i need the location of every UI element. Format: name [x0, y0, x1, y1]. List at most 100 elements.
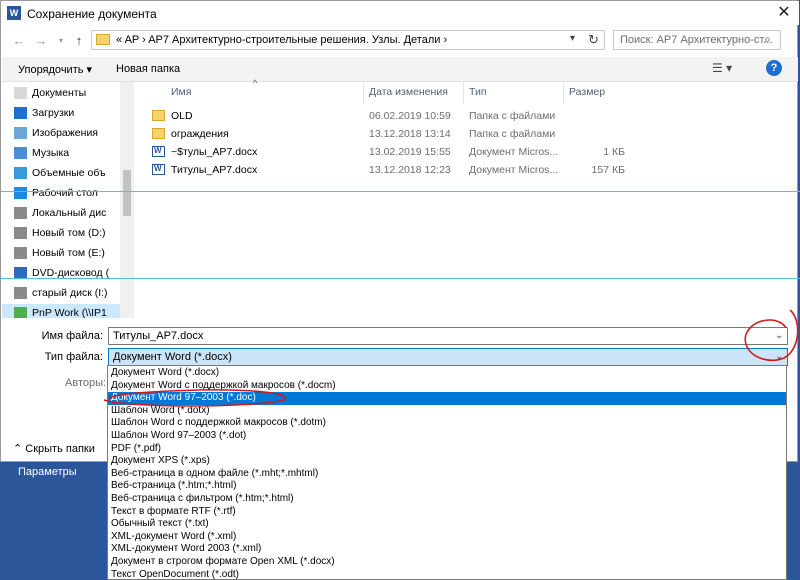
filetype-option[interactable]: Документ в строгом формате Open XML (*.d… — [108, 556, 786, 569]
filetype-option[interactable]: Веб-страница с фильтром (*.htm;*.html) — [108, 493, 786, 506]
folder-icon — [152, 110, 165, 121]
file-type: Документ Micros... — [469, 146, 559, 158]
search-input[interactable]: Поиск: AP7 Архитектурно-ст... ⌕ — [613, 30, 781, 50]
new-folder-button[interactable]: Новая папка — [116, 63, 180, 75]
file-date: 13.02.2019 15:55 — [369, 146, 451, 158]
word-document-icon — [152, 146, 165, 157]
table-row[interactable]: ограждения 13.12.2018 13:14 Папка с файлам… — [149, 126, 789, 143]
sidebar-item-label: Музыка — [32, 147, 70, 159]
search-placeholder: Поиск: AP7 Архитектурно-ст... — [620, 34, 773, 46]
help-icon[interactable]: ? — [766, 60, 782, 76]
network-drive-icon — [14, 307, 27, 318]
file-date: 13.12.2018 13:14 — [369, 128, 451, 140]
sidebar-item-label: Новый том (D:) — [32, 227, 106, 239]
filetype-option[interactable]: Шаблон Word с поддержкой макросов (*.dot… — [108, 417, 786, 430]
refresh-icon[interactable]: ↻ — [588, 32, 599, 48]
search-icon: ⌕ — [764, 32, 771, 46]
hide-folders-button[interactable]: ⌃ Скрыть папки — [13, 442, 95, 455]
filetype-option[interactable]: Обычный текст (*.txt) — [108, 518, 786, 531]
breadcrumb[interactable]: « AP › AP7 Архитектурно-строительные реш… — [116, 34, 447, 46]
navigation-pane: Документы Загрузки Изображения Музыка Объемн… — [2, 82, 134, 318]
filename-label: Имя файла: — [41, 330, 103, 342]
filetype-option[interactable]: XML-документ Word (*.xml) — [108, 531, 786, 544]
sidebar-item-label: Документы — [32, 87, 87, 99]
guide-line — [1, 278, 800, 279]
drive-icon — [14, 287, 27, 299]
guide-line — [1, 191, 800, 192]
sort-chevron-up-icon: ^ — [253, 78, 258, 88]
filetype-value: Документ Word (*.docx) — [113, 351, 232, 363]
back-arrow-icon[interactable]: ← — [11, 33, 27, 49]
sidebar-item[interactable]: Новый том (D:) — [14, 224, 106, 242]
up-arrow-icon[interactable]: ↑ — [71, 33, 87, 49]
sidebar-item-label: старый диск (I:) — [32, 287, 108, 299]
sidebar-item-label: Рабочий стол — [32, 187, 98, 199]
folder-icon — [152, 128, 165, 139]
file-name: Титулы_AP7.docx — [171, 164, 258, 176]
sidebar-item-label: Локальный дис — [32, 207, 107, 219]
annotation-circle — [744, 309, 799, 362]
column-header-size[interactable]: Размер — [569, 86, 605, 98]
filetype-option[interactable]: Документ Word (*.docx) — [108, 367, 786, 380]
downloads-icon — [14, 107, 27, 119]
pictures-icon — [14, 127, 27, 139]
filetype-option[interactable]: Текст OpenDocument (*.odt) — [108, 569, 786, 579]
sidebar-item-label: PnP Work (\\IP1 — [32, 307, 107, 318]
sidebar-item[interactable]: Объемные объ — [14, 164, 106, 182]
column-header-date[interactable]: Дата изменения — [369, 86, 448, 98]
column-header-name[interactable]: Имя — [171, 86, 191, 98]
toolbar: Упорядочить ▾ Новая папка ☰ ▾ ? — [2, 57, 798, 82]
table-row[interactable]: ~$тулы_AP7.docx 13.02.2019 15:55 Документ … — [149, 144, 789, 161]
file-name: ~$тулы_AP7.docx — [171, 146, 258, 158]
sidebar-item[interactable]: DVD-дисковод ( — [14, 264, 109, 282]
column-divider — [463, 82, 464, 104]
file-date: 13.12.2018 12:23 — [369, 164, 451, 176]
address-bar[interactable]: « AP › AP7 Архитектурно-строительные реш… — [91, 30, 605, 50]
view-options-icon[interactable]: ☰ ▾ — [712, 61, 732, 75]
sidebar-item[interactable]: PnP Work (\\IP1 — [2, 304, 130, 318]
3d-objects-icon — [14, 167, 27, 179]
parameters-menu-item[interactable]: Параметры — [18, 466, 77, 478]
nav-scrollbar-thumb[interactable] — [123, 170, 131, 216]
documents-icon — [14, 87, 27, 99]
filetype-option[interactable]: Шаблон Word 97–2003 (*.dot) — [108, 430, 786, 443]
filetype-option[interactable]: Документ XPS (*.xps) — [108, 455, 786, 468]
sidebar-item[interactable]: Загрузки — [14, 104, 74, 122]
sidebar-item[interactable]: Рабочий стол — [14, 184, 98, 202]
sidebar-item[interactable]: Музыка — [14, 144, 69, 162]
desktop-icon — [14, 187, 27, 199]
column-header-type[interactable]: Тип — [469, 86, 487, 98]
sidebar-item[interactable]: Новый том (E:) — [14, 244, 105, 262]
file-type: Папка с файлами — [469, 128, 556, 140]
column-divider — [363, 82, 364, 104]
table-row[interactable]: Титулы_AP7.docx 13.12.2018 12:23 Документ … — [149, 162, 789, 179]
drive-icon — [14, 227, 27, 239]
file-size: 157 КБ — [591, 164, 625, 176]
title-bar: W Сохранение документа ✕ — [1, 1, 799, 25]
filename-value: Титулы_AP7.docx — [113, 330, 204, 342]
chevron-down-icon[interactable]: ▾ — [570, 33, 575, 44]
recent-locations-chevron-icon[interactable]: ▾ — [53, 33, 69, 49]
close-button[interactable]: ✕ — [771, 3, 797, 23]
sidebar-item[interactable]: Изображения — [14, 124, 98, 142]
filetype-option[interactable]: Текст в формате RTF (*.rtf) — [108, 506, 786, 519]
filetype-option[interactable]: Веб-страница в одном файле (*.mht;*.mhtm… — [108, 468, 786, 481]
filetype-option[interactable]: PDF (*.pdf) — [108, 443, 786, 456]
table-row[interactable]: OLD 06.02.2019 10:59 Папка с файлами — [149, 108, 789, 125]
file-name: ограждения — [171, 128, 229, 140]
word-document-icon — [152, 164, 165, 175]
forward-arrow-icon[interactable]: → — [33, 33, 49, 49]
filename-input[interactable]: Титулы_AP7.docx ⌄ — [108, 327, 788, 345]
music-icon — [14, 147, 27, 159]
file-type: Папка с файлами — [469, 110, 556, 122]
dialog-title: Сохранение документа — [27, 7, 157, 21]
filetype-option[interactable]: XML-документ Word 2003 (*.xml) — [108, 543, 786, 556]
sidebar-item[interactable]: Документы — [14, 84, 86, 102]
drive-icon — [14, 247, 27, 259]
filetype-option[interactable]: Веб-страница (*.htm;*.html) — [108, 480, 786, 493]
sidebar-item[interactable]: Локальный дис — [14, 204, 106, 222]
organize-button[interactable]: Упорядочить ▾ — [18, 63, 92, 76]
word-app-icon: W — [7, 6, 21, 20]
filetype-select[interactable]: Документ Word (*.docx) ⌄ — [108, 348, 788, 366]
sidebar-item[interactable]: старый диск (I:) — [14, 284, 108, 302]
